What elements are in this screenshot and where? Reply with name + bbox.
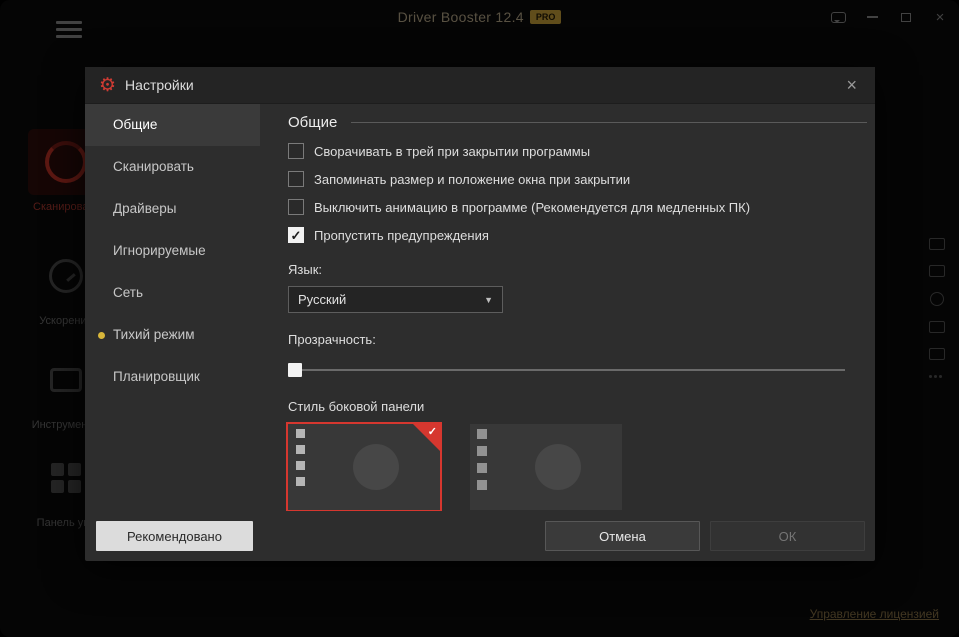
nav-item-label: Общие (113, 117, 157, 132)
transparency-label: Прозрачность: (288, 332, 867, 347)
nav-item-network[interactable]: Сеть (85, 272, 260, 314)
recommended-button[interactable]: Рекомендовано (96, 521, 253, 551)
slider-track (288, 369, 845, 371)
quiet-mode-dot (98, 332, 105, 339)
nav-item-drivers[interactable]: Драйверы (85, 188, 260, 230)
nav-item-silent-mode[interactable]: Тихий режим (85, 314, 260, 356)
ok-button[interactable]: ОК (710, 521, 865, 551)
section-header: Общие (288, 114, 867, 131)
nav-item-label: Сеть (113, 285, 143, 300)
option-row: ✓ Пропустить предупреждения (288, 227, 867, 243)
nav-item-label: Драйверы (113, 201, 176, 216)
nav-item-label: Сканировать (113, 159, 194, 174)
nav-item-label: Планировщик (113, 369, 200, 384)
dialog-footer: Рекомендовано Отмена ОК (85, 511, 875, 561)
selected-check-icon: ✓ (428, 425, 437, 438)
sidebar-style-option-1[interactable]: ✓ (288, 424, 440, 510)
sidebar-style-label: Стиль боковой панели (288, 399, 867, 414)
checkbox-label: Сворачивать в трей при закрытии программ… (314, 144, 590, 159)
close-dialog-icon[interactable]: × (842, 74, 861, 96)
dialog-header: ⚙ Настройки × (85, 67, 875, 104)
preview-pane (494, 424, 622, 510)
preview-rail (470, 424, 494, 510)
sidebar-style-options: ✓ (288, 424, 867, 510)
checkbox-minimize-to-tray[interactable]: ✓ (288, 143, 304, 159)
settings-gear-icon: ⚙ (99, 76, 116, 95)
transparency-slider[interactable] (288, 363, 845, 377)
nav-item-scan[interactable]: Сканировать (85, 146, 260, 188)
language-label: Язык: (288, 262, 867, 277)
language-select[interactable]: Русский ▼ (288, 286, 503, 313)
settings-content: Общие ✓ Сворачивать в трей при закрытии … (260, 104, 875, 511)
cancel-button[interactable]: Отмена (545, 521, 700, 551)
nav-item-label: Игнорируемые (113, 243, 206, 258)
checkbox-skip-warnings[interactable]: ✓ (288, 227, 304, 243)
section-divider (351, 122, 867, 123)
section-title: Общие (288, 114, 337, 131)
nav-item-scheduler[interactable]: Планировщик (85, 356, 260, 398)
checkbox-label: Пропустить предупреждения (314, 228, 489, 243)
option-row: ✓ Запоминать размер и положение окна при… (288, 171, 867, 187)
slider-thumb[interactable] (288, 363, 302, 377)
settings-dialog: ⚙ Настройки × Общие Сканировать Драйверы… (85, 67, 875, 561)
chevron-down-icon: ▼ (484, 295, 493, 305)
check-icon: ✓ (291, 229, 302, 242)
nav-item-ignored[interactable]: Игнорируемые (85, 230, 260, 272)
option-row: ✓ Сворачивать в трей при закрытии програ… (288, 143, 867, 159)
checkbox-disable-animation[interactable]: ✓ (288, 199, 304, 215)
preview-rail (288, 424, 312, 510)
language-value: Русский (298, 292, 346, 307)
option-row: ✓ Выключить анимацию в программе (Рекоме… (288, 199, 867, 215)
checkbox-label: Запоминать размер и положение окна при з… (314, 172, 630, 187)
sidebar-style-option-2[interactable] (470, 424, 622, 510)
checkbox-remember-window[interactable]: ✓ (288, 171, 304, 187)
nav-item-label: Тихий режим (113, 327, 195, 342)
dialog-title: Настройки (125, 77, 194, 93)
nav-item-general[interactable]: Общие (85, 104, 260, 146)
settings-nav: Общие Сканировать Драйверы Игнорируемые … (85, 104, 260, 511)
checkbox-label: Выключить анимацию в программе (Рекоменд… (314, 200, 750, 215)
